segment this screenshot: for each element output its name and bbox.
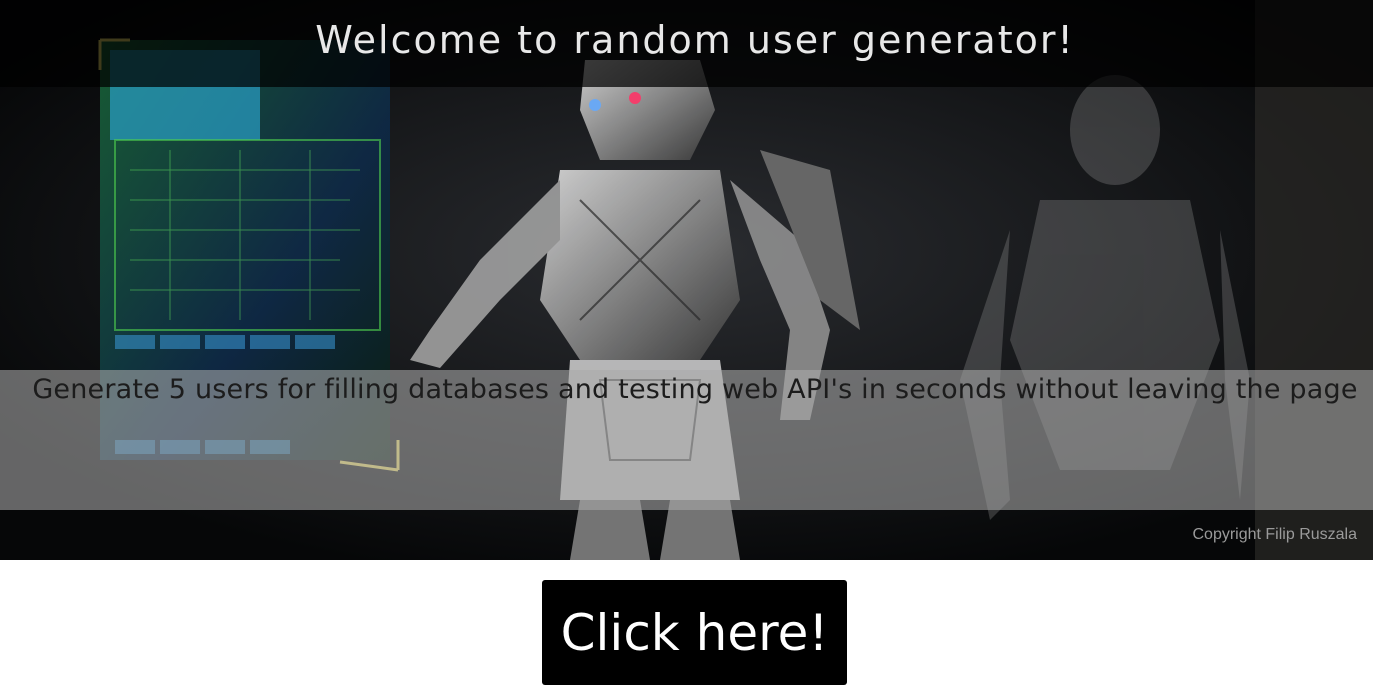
page-subtitle: Generate 5 users for filling databases a… bbox=[32, 374, 1358, 405]
page-title: Welcome to random user generator! bbox=[315, 18, 1075, 62]
hero-banner: Welcome to random user generator! Genera… bbox=[0, 0, 1373, 560]
generate-users-button[interactable]: Click here! bbox=[542, 580, 847, 685]
copyright-text: Copyright Filip Ruszala bbox=[1192, 526, 1357, 543]
